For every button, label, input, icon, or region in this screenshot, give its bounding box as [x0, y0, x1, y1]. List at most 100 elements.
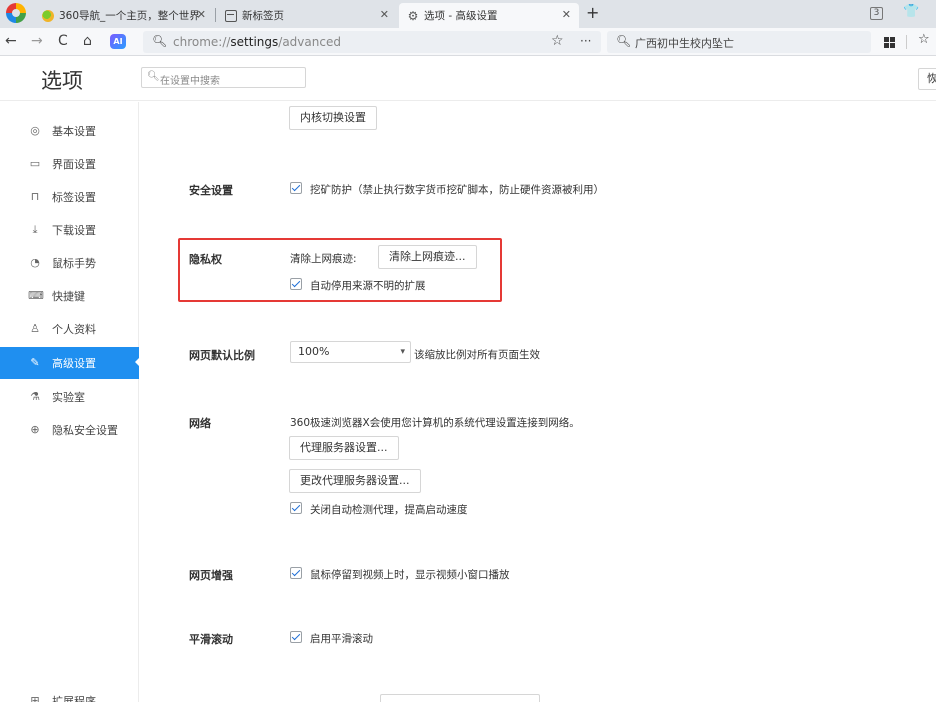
sidebar-item-label: 扩展程序	[52, 695, 96, 702]
keyboard-icon: ⌨	[28, 289, 44, 302]
network-section-label: 网络	[189, 417, 211, 430]
video-popout-label: 鼠标停留到视频上时，显示视频小窗口播放	[310, 569, 510, 581]
smooth-scroll-label: 启用平滑滚动	[310, 633, 373, 645]
ai-assistant-icon[interactable]: AI	[110, 34, 126, 49]
more-dots-icon[interactable]: ···	[580, 34, 591, 48]
settings-search-input[interactable]: 🔍︎ 在设置中搜索	[141, 67, 306, 88]
privacy-icon: ⊕	[30, 423, 40, 436]
gear-icon: ⚙	[407, 8, 419, 23]
sidebar-item-label: 实验室	[52, 391, 85, 404]
close-icon[interactable]: ✕	[197, 8, 206, 21]
search-icon: 🔍︎	[147, 71, 160, 82]
sidebar-item-label: 隐私安全设置	[52, 424, 118, 437]
user-icon: ♙	[30, 322, 40, 335]
network-description: 360极速浏览器X会使用您计算机的系统代理设置连接到网络。	[290, 417, 580, 429]
disable-unknown-extensions-checkbox[interactable]	[290, 278, 302, 290]
video-popout-checkbox[interactable]	[290, 567, 302, 579]
address-toolbar: ← → C ⌂ AI 🔍︎ chrome://settings/advanced…	[0, 28, 936, 56]
new-tab-plus-icon[interactable]: +	[586, 3, 599, 22]
page-title: 选项	[41, 69, 83, 93]
tab-title: 360导航_一个主页，整个世界	[59, 10, 200, 22]
360-nav-icon	[42, 9, 54, 22]
mining-protection-checkbox[interactable]	[290, 182, 302, 194]
sidebar-item-label: 基本设置	[52, 125, 96, 138]
close-icon[interactable]: ✕	[380, 8, 389, 21]
search-text[interactable]: 广西初中生校内坠亡	[635, 35, 734, 51]
zoom-value: 100%	[298, 345, 330, 358]
skin-shirt-icon[interactable]: 👕	[903, 4, 919, 19]
disable-proxy-detect-checkbox[interactable]	[290, 502, 302, 514]
sidebar-item-label: 个人资料	[52, 323, 96, 336]
back-arrow-icon[interactable]: ←	[5, 33, 17, 49]
download-icon: ⤓	[32, 223, 38, 236]
tab-strip: 360导航_一个主页，整个世界 ✕ 新标签页 ✕ ⚙ 选项 - 高级设置 ✕ +…	[0, 0, 936, 28]
sidebar-item-label: 高级设置	[52, 357, 96, 370]
search-icon: 🔍︎	[152, 34, 168, 48]
tab-new-tab[interactable]: 新标签页 ✕	[217, 3, 397, 28]
disable-proxy-detect-label: 关闭自动检测代理，提高启动速度	[310, 504, 468, 516]
cut-off-input[interactable]	[380, 694, 540, 702]
mouse-icon: ◔	[30, 256, 40, 269]
restore-defaults-button[interactable]: 恢	[918, 68, 936, 90]
settings-header: 选项 🔍︎ 在设置中搜索 恢	[0, 57, 936, 101]
sidebar-item-download[interactable]: ⤓ 下载设置	[0, 215, 139, 245]
search-box[interactable]: 🔍︎ 广西初中生校内坠亡	[607, 31, 871, 53]
zoom-select[interactable]: 100% ▾	[290, 341, 411, 363]
clear-traces-label: 清除上网痕迹:	[290, 253, 357, 265]
change-proxy-button[interactable]: 更改代理服务器设置...	[289, 469, 421, 493]
tab-title: 选项 - 高级设置	[424, 10, 498, 22]
proxy-settings-button[interactable]: 代理服务器设置...	[289, 436, 399, 460]
extensions-icon: ⊞	[30, 694, 40, 702]
sidebar-item-mouse[interactable]: ◔ 鼠标手势	[0, 248, 139, 278]
settings-content: 内核切换设置 安全设置 挖矿防护（禁止执行数字货币挖矿脚本，防止硬件资源被利用）…	[140, 102, 936, 702]
sidebar-item-extensions[interactable]: ⊞ 扩展程序	[0, 686, 139, 702]
sidebar-item-label: 快捷键	[52, 290, 85, 303]
smooth-scroll-checkbox[interactable]	[290, 631, 302, 643]
dropdown-caret-icon: ▾	[400, 347, 405, 357]
zoom-section-label: 网页默认比例	[189, 349, 255, 362]
tab-360-nav[interactable]: 360导航_一个主页，整个世界 ✕	[34, 3, 214, 28]
sidebar-item-label: 标签设置	[52, 191, 96, 204]
tab-divider	[215, 8, 216, 22]
sidebar-item-label: 下载设置	[52, 224, 96, 237]
sidebar-item-profile[interactable]: ♙ 个人资料	[0, 314, 139, 344]
reload-icon[interactable]: C	[58, 33, 68, 49]
sidebar-item-shortcuts[interactable]: ⌨ 快捷键	[0, 281, 139, 311]
sidebar-item-label: 界面设置	[52, 158, 96, 171]
sidebar-item-advanced[interactable]: ✎ 高级设置	[0, 347, 140, 379]
tab-settings[interactable]: ⚙ 选项 - 高级设置 ✕	[399, 3, 579, 28]
sidebar-item-privacy[interactable]: ⊕ 隐私安全设置	[0, 415, 139, 445]
apps-grid-icon[interactable]	[884, 37, 895, 48]
advanced-icon: ✎	[30, 356, 40, 369]
address-bar[interactable]: 🔍︎ chrome://settings/advanced ☆ ···	[143, 31, 601, 53]
tab-count-badge[interactable]: 3	[870, 7, 883, 20]
search-placeholder: 在设置中搜索	[160, 76, 220, 87]
lab-icon: ⚗	[30, 390, 40, 403]
sidebar-item-label: 鼠标手势	[52, 257, 96, 270]
search-icon: 🔍︎	[616, 34, 632, 48]
sidebar-item-lab[interactable]: ⚗ 实验室	[0, 382, 139, 412]
kernel-switch-button[interactable]: 内核切换设置	[289, 106, 377, 130]
disable-unknown-extensions-label: 自动停用来源不明的扩展	[310, 280, 426, 292]
close-icon[interactable]: ✕	[562, 8, 571, 21]
settings-sidebar: ◎ 基本设置 ▭ 界面设置 ⊓ 标签设置 ⤓ 下载设置 ◔ 鼠标手势 ⌨ 快捷键…	[0, 102, 140, 702]
sidebar-item-tabs[interactable]: ⊓ 标签设置	[0, 182, 139, 212]
new-tab-page-icon	[225, 9, 237, 22]
tabs-icon: ⊓	[30, 190, 40, 203]
toolbar-divider	[906, 35, 907, 49]
security-section-label: 安全设置	[189, 184, 233, 197]
address-url[interactable]: chrome://settings/advanced	[173, 35, 341, 49]
sidebar-item-interface[interactable]: ▭ 界面设置	[0, 149, 139, 179]
bookmark-star-icon[interactable]: ☆	[551, 33, 564, 49]
tab-title: 新标签页	[242, 10, 284, 22]
browser-logo-icon[interactable]	[6, 3, 26, 23]
smooth-scroll-section-label: 平滑滚动	[189, 633, 233, 646]
sidebar-item-basic[interactable]: ◎ 基本设置	[0, 116, 139, 146]
clear-traces-button[interactable]: 清除上网痕迹...	[378, 245, 477, 269]
basic-settings-icon: ◎	[30, 124, 40, 137]
forward-arrow-icon[interactable]: →	[31, 33, 43, 49]
mining-protection-label: 挖矿防护（禁止执行数字货币挖矿脚本，防止硬件资源被利用）	[310, 184, 604, 196]
privacy-section-label: 隐私权	[189, 253, 222, 266]
favorites-icon[interactable]: ☆	[918, 32, 930, 47]
home-icon[interactable]: ⌂	[83, 33, 92, 49]
